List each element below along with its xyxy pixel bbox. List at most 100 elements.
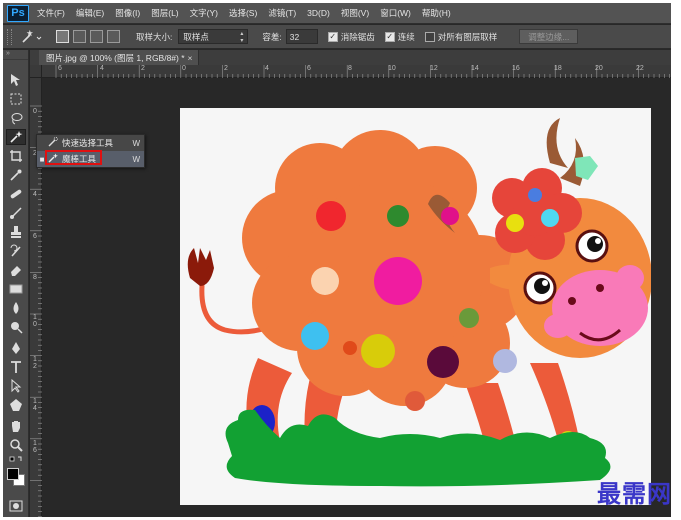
pen-tool[interactable] <box>6 340 26 356</box>
healing-brush-icon <box>10 189 22 199</box>
ruler-label: 10 <box>388 65 396 72</box>
history-brush-icon <box>10 244 21 257</box>
ruler-label: 1 2 <box>33 356 37 370</box>
ruler-label: 6 <box>33 233 37 240</box>
tolerance-input[interactable] <box>285 29 318 44</box>
lasso-tool[interactable] <box>6 110 26 126</box>
clone-stamp-icon <box>11 226 21 238</box>
menu-image[interactable]: 图像(I) <box>115 7 140 19</box>
brush-icon <box>10 207 22 219</box>
watermark: 最需网 <box>597 479 672 508</box>
clone-stamp-tool[interactable] <box>6 224 26 240</box>
ruler-label: 1 0 <box>33 314 37 328</box>
menu-window[interactable]: 窗口(W) <box>380 7 411 19</box>
hand-icon <box>12 421 20 432</box>
marquee-tool[interactable] <box>6 91 26 107</box>
sample-size-value: 取样点 <box>183 32 209 42</box>
menu-edit[interactable]: 编辑(E) <box>76 7 104 19</box>
shape-tool[interactable] <box>6 397 26 413</box>
crop-icon <box>10 150 22 162</box>
quick-selection-icon <box>47 137 59 149</box>
menu-type[interactable]: 文字(Y) <box>190 7 218 19</box>
horizontal-ruler[interactable]: 6 4 2 0 2 4 6 8 10 12 14 16 18 20 22 <box>42 65 671 78</box>
ruler-label: 1 6 <box>33 440 37 454</box>
healing-brush-tool[interactable] <box>6 186 26 202</box>
tool-preset-picker[interactable] <box>16 28 46 46</box>
eyedropper-tool[interactable] <box>6 167 26 183</box>
antialias-checkbox[interactable]: ✓ 消除锯齿 <box>327 31 375 43</box>
zoom-tool[interactable] <box>6 437 26 453</box>
document-tab[interactable]: 图片.jpg @ 100% (图层 1, RGB/8#) * × <box>39 50 199 65</box>
ruler-label: 4 <box>100 65 104 72</box>
menu-help[interactable]: 帮助(H) <box>422 7 451 19</box>
quick-mask-icon <box>9 500 23 512</box>
menu-view[interactable]: 视图(V) <box>341 7 369 19</box>
brush-tool[interactable] <box>6 205 26 221</box>
document-tab-bar: 图片.jpg @ 100% (图层 1, RGB/8#) * × <box>30 50 671 65</box>
refine-edge-button[interactable]: 调整边缘... <box>519 29 579 44</box>
move-tool[interactable] <box>6 72 26 88</box>
blur-tool[interactable] <box>6 300 26 316</box>
quick-mask-button[interactable] <box>6 498 26 514</box>
magic-wand-tool[interactable] <box>6 129 26 145</box>
options-bar: 取样大小: 取样点 容差: ✓ 消除锯齿 ✓ 连续 对所有图层取样 调整边缘..… <box>3 25 671 49</box>
sample-all-layers-box <box>424 31 435 42</box>
menu-layer[interactable]: 图层(L) <box>151 7 178 19</box>
subtract-from-selection-button[interactable] <box>90 30 103 43</box>
marquee-icon <box>10 93 22 105</box>
quick-selection-tool-item[interactable]: 快速选择工具 W <box>37 135 144 151</box>
close-icon[interactable]: × <box>188 53 193 63</box>
document-tab-title: 图片.jpg @ 100% (图层 1, RGB/8#) * <box>46 53 185 63</box>
history-brush-tool[interactable] <box>6 243 26 259</box>
eraser-icon <box>11 266 21 276</box>
menu-3d[interactable]: 3D(D) <box>307 8 330 18</box>
type-tool[interactable] <box>6 359 26 375</box>
magic-wand-icon <box>10 131 23 143</box>
sample-size-select[interactable]: 取样点 <box>178 29 249 44</box>
quick-selection-shortcut: W <box>132 138 140 148</box>
menu-file[interactable]: 文件(F) <box>37 7 65 19</box>
ruler-label: 20 <box>595 65 603 72</box>
sample-all-layers-checkbox[interactable]: 对所有图层取样 <box>424 31 498 43</box>
ruler-label: 4 <box>33 191 37 198</box>
gradient-icon <box>9 284 23 294</box>
annotation-highlight-box <box>45 150 102 165</box>
path-selection-icon <box>11 379 22 393</box>
swap-colors-button[interactable] <box>6 455 26 465</box>
hand-tool[interactable] <box>6 418 26 434</box>
document-canvas[interactable] <box>180 108 651 505</box>
swap-colors-icon <box>9 456 22 462</box>
zoom-icon <box>10 439 23 452</box>
ruler-label: 18 <box>554 65 562 72</box>
foreground-color-swatch[interactable] <box>7 468 19 480</box>
contiguous-checkbox[interactable]: ✓ 连续 <box>384 31 415 43</box>
dodge-tool[interactable] <box>6 319 26 335</box>
antialias-label: 消除锯齿 <box>340 31 375 42</box>
ruler-label: 1 4 <box>33 398 37 412</box>
path-selection-tool[interactable] <box>6 378 26 394</box>
ruler-label: 8 <box>348 65 352 72</box>
ruler-label: 22 <box>636 65 644 72</box>
options-bar-grip[interactable] <box>7 28 12 45</box>
eyedropper-icon <box>10 169 22 181</box>
new-selection-button[interactable] <box>56 30 69 43</box>
sample-all-layers-label: 对所有图层取样 <box>437 31 498 42</box>
menu-select[interactable]: 选择(S) <box>229 7 257 19</box>
add-to-selection-button[interactable] <box>73 30 86 43</box>
photoshop-window: Ps 文件(F) 编辑(E) 图像(I) 图层(L) 文字(Y) 选择(S) 滤… <box>3 3 671 517</box>
menu-bar: Ps 文件(F) 编辑(E) 图像(I) 图层(L) 文字(Y) 选择(S) 滤… <box>3 3 671 24</box>
gradient-tool[interactable] <box>6 281 26 297</box>
eraser-tool[interactable] <box>6 262 26 278</box>
ruler-origin[interactable] <box>30 65 42 78</box>
horizontal-ruler-ticks <box>55 65 670 78</box>
ruler-label: 14 <box>471 65 479 72</box>
tolerance-label: 容差: <box>262 31 282 42</box>
crop-tool[interactable] <box>6 148 26 164</box>
ruler-label: 2 <box>224 65 228 72</box>
tools-panel-collapse-icon[interactable]: » <box>3 50 28 60</box>
contiguous-label: 连续 <box>397 31 415 42</box>
intersect-selection-button[interactable] <box>107 30 120 43</box>
move-icon <box>11 74 20 86</box>
menu-filter[interactable]: 滤镜(T) <box>268 7 296 19</box>
contiguous-check-icon: ✓ <box>384 31 395 42</box>
